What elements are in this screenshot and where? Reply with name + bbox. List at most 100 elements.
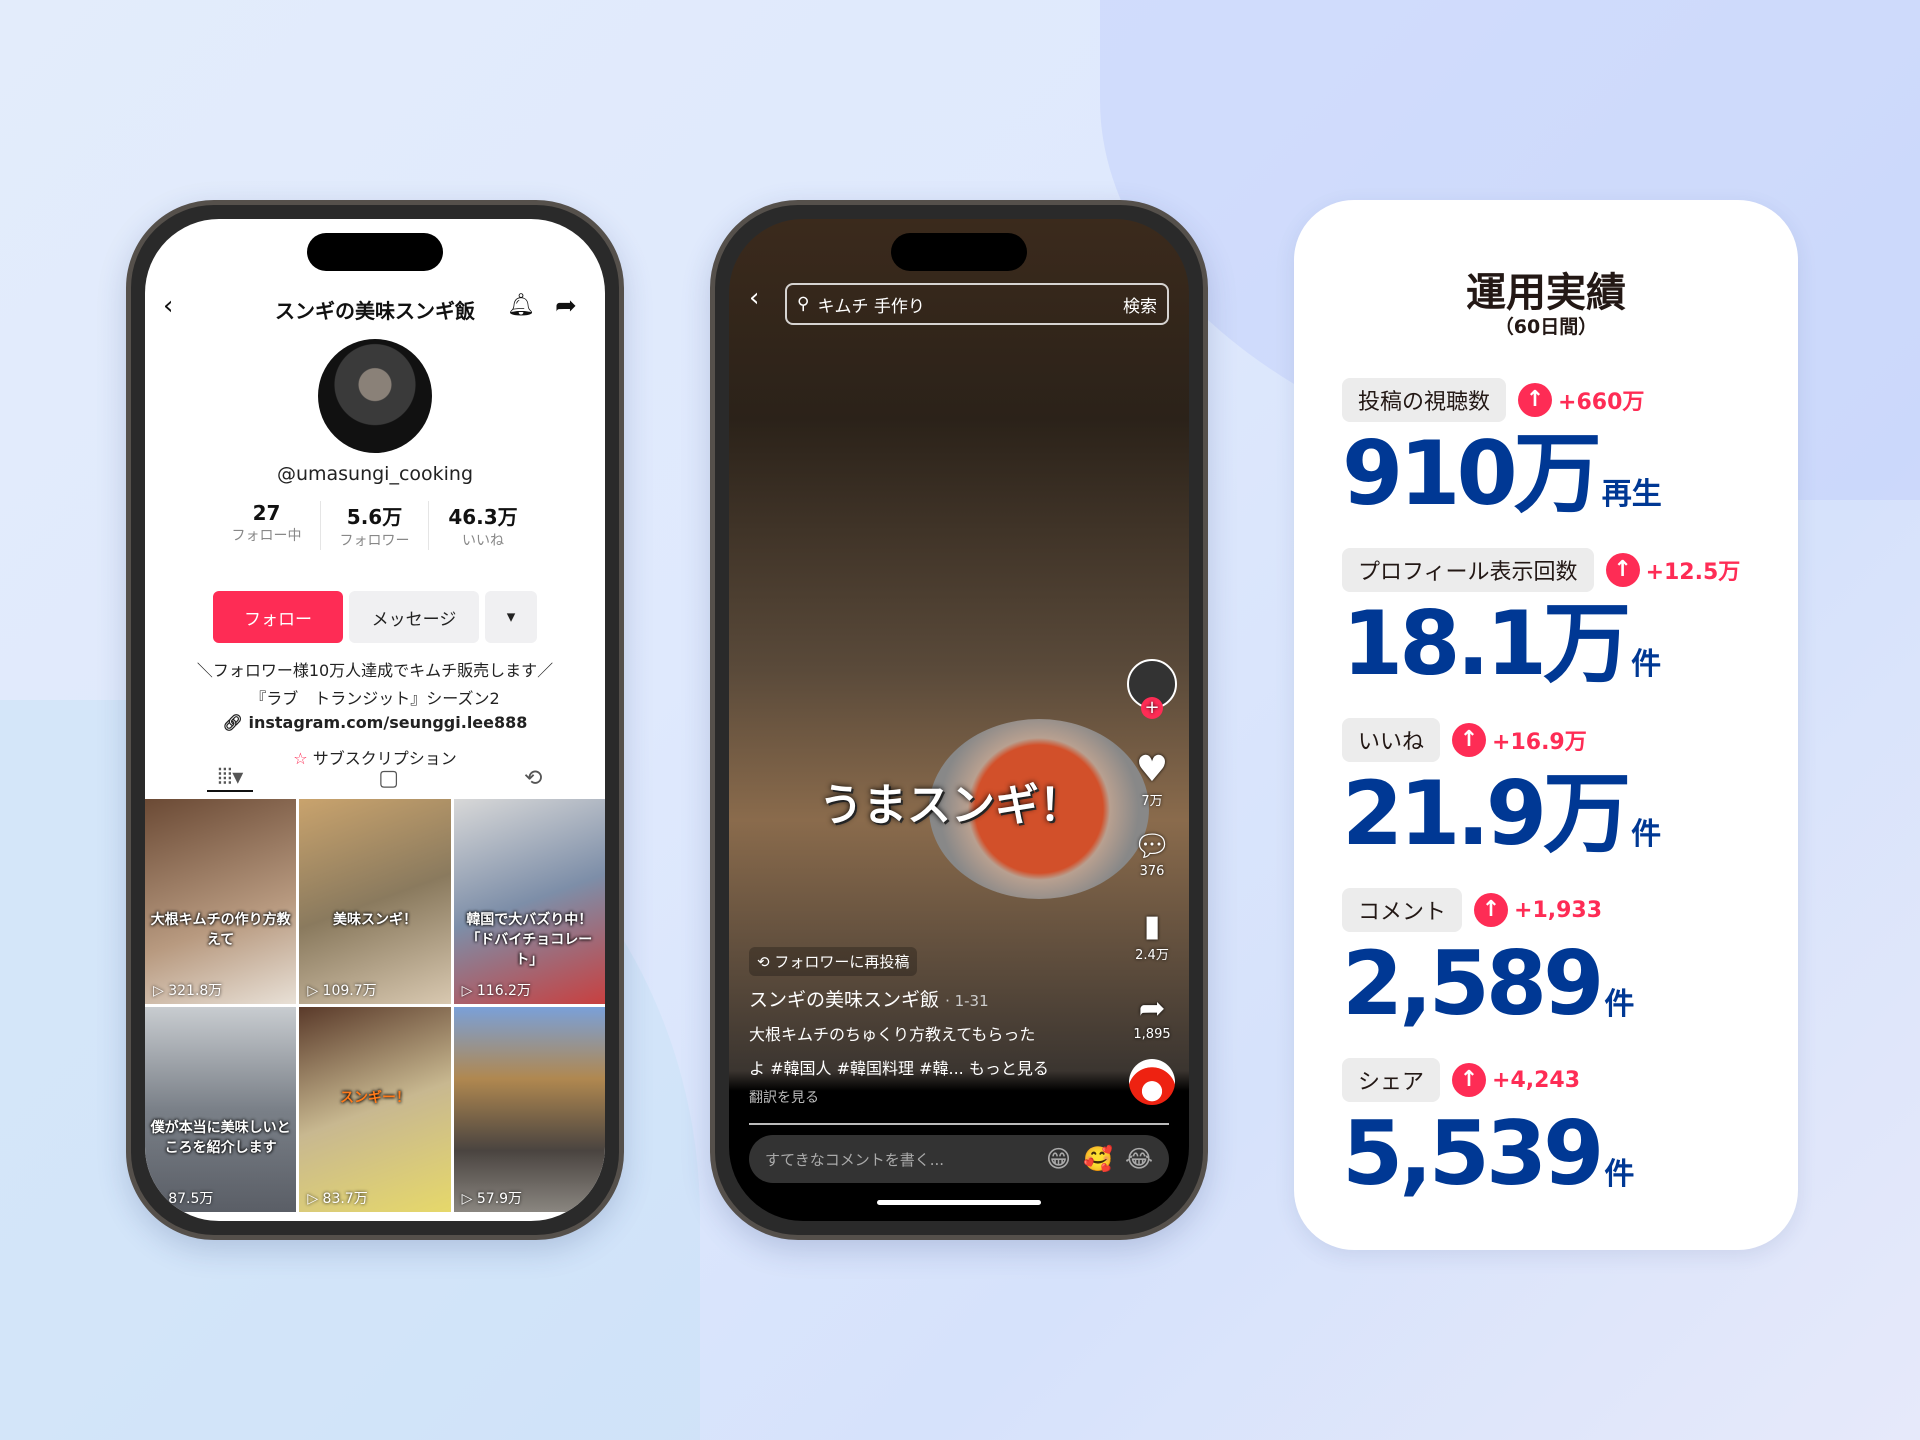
stat-value: 46.3万 [448, 505, 518, 529]
share-button[interactable]: ➦ 1,895 [1125, 989, 1179, 1042]
back-icon[interactable]: ‹ [749, 283, 759, 313]
metric-shares: シェア ↑ +4,243 5,539 件 [1342, 1058, 1778, 1198]
bio-line: 『ラブ トランジット』シーズン2 [250, 689, 500, 708]
results-period: （60日間） [1494, 316, 1598, 338]
video-phone: ‹ ⚲ キムチ 手作り 検索 うまスンギ！ + ♥ 7万 💬︎ 376 ▮ 2.4万 … [710, 200, 1208, 1240]
metric-value: 18.1万 [1342, 592, 1631, 695]
search-input[interactable]: キムチ 手作り [817, 292, 1115, 317]
metric-comments: コメント ↑ +1,933 2,589 件 [1342, 888, 1778, 1028]
metric-label: コメント [1342, 888, 1463, 932]
content-tabs: ⦙⦙⦙▾ ▢ ⟲ [145, 755, 605, 801]
metric-unit: 件 [1631, 817, 1662, 852]
video-author[interactable]: スンギの美味スンギ飯 · 1-31 [749, 985, 1109, 1012]
comment-button[interactable]: 💬︎ 376 [1125, 829, 1179, 879]
video-caption: 僕が本当に美味しいところを紹介します [150, 1120, 291, 1156]
save-count: 2.4万 [1135, 948, 1169, 963]
emoji-laugh-button[interactable]: 😂 [1125, 1145, 1153, 1173]
video-caption-overlay: うまスンギ！ [819, 780, 1083, 831]
share-icon[interactable]: ➦ [555, 291, 577, 321]
video-thumbnail[interactable]: スンギー！ ▷ 83.7万 [299, 1007, 451, 1212]
bookmark-icon: ▮ [1143, 909, 1161, 944]
post-date: · 1-31 [945, 992, 989, 1010]
stat-label: いいね [462, 533, 504, 549]
username: @umasungi_cooking [276, 463, 474, 485]
comment-count: 376 [1139, 864, 1165, 879]
stat-following[interactable]: 27 フォロー中 [213, 501, 321, 550]
bio-link[interactable]: 🔗︎ instagram.com/seunggi.lee888 [145, 713, 605, 732]
video-thumbnail[interactable]: 美味スンギ！ ▷ 109.7万 [299, 799, 451, 1004]
bio-line: ＼フォロワー様10万人達成でキムチ販売します／ [196, 661, 554, 680]
share-arrow-icon: ➦ [1138, 989, 1166, 1027]
search-button[interactable]: 検索 [1123, 292, 1157, 317]
video-thumbnail[interactable]: 韓国で大バズり中！「ドバイチョコレート」 ▷ 116.2万 [453, 799, 605, 1004]
metric-label: シェア [1342, 1058, 1441, 1102]
arrow-up-icon: ↑ [1452, 723, 1487, 757]
arrow-up-icon: ↑ [1452, 1063, 1487, 1097]
search-bar[interactable]: ⚲ キムチ 手作り 検索 [785, 283, 1169, 325]
video-thumbnail[interactable]: 大根キムチの作り方教えて ▷ 321.8万 [145, 799, 297, 1004]
video-frame[interactable] [729, 219, 1189, 1119]
search-icon: ⚲ [797, 294, 810, 314]
profile-phone: ‹ スンギの美味スンギ飯 🔔︎ ➦ @umasungi_cooking 27 フォ… [126, 200, 624, 1240]
stat-followers[interactable]: 5.6万フォロワー [321, 501, 429, 550]
metric-delta: +4,243 [1492, 1067, 1581, 1093]
metric-value: 910万 [1342, 422, 1602, 525]
metric-unit: 件 [1604, 1157, 1635, 1192]
arrow-up-icon: ↑ [1518, 383, 1553, 417]
translate-link[interactable]: 翻訳を見る [749, 1087, 1109, 1107]
metric-value: 21.9万 [1342, 762, 1631, 865]
video-thumbnail[interactable]: 僕が本当に美味しいところを紹介します ▷ 87.5万 [145, 1007, 297, 1212]
metric-unit: 件 [1604, 987, 1635, 1022]
avatar[interactable] [318, 339, 432, 453]
view-count: ▷ 116.2万 [461, 983, 531, 999]
view-count: ▷ 321.8万 [153, 983, 223, 999]
save-button[interactable]: ▮ 2.4万 [1125, 909, 1179, 963]
metric-label: プロフィール表示回数 [1342, 548, 1594, 592]
dynamic-island [307, 233, 443, 271]
stat-label: フォロワー [339, 533, 410, 549]
metric-unit: 件 [1631, 647, 1662, 682]
video-caption: 大根キムチの作り方教えて [150, 912, 291, 948]
view-count: ▷ 57.9万 [461, 1191, 523, 1207]
metric-views: 投稿の視聴数 ↑ +660万 910万 再生 [1342, 378, 1778, 518]
progress-bar[interactable] [749, 1123, 1169, 1125]
follow-plus-icon[interactable]: + [1141, 697, 1163, 719]
stat-likes[interactable]: 46.3万いいね [429, 501, 537, 550]
tab-reposts-icon[interactable]: ⟲ [524, 766, 542, 791]
comment-input[interactable]: すてきなコメントを書く... 😁 🥰 😂 [749, 1135, 1169, 1183]
profile-stats: 27 フォロー中 5.6万フォロワー 46.3万いいね [145, 501, 605, 550]
arrow-up-icon: ↑ [1474, 893, 1509, 927]
like-button[interactable]: ♥ 7万 [1125, 749, 1179, 809]
video-description-more[interactable]: よ #韓国人 #韓国料理 #韓... もっと見る [749, 1055, 1109, 1079]
metric-label: いいね [1342, 718, 1441, 762]
emoji-grin-button[interactable]: 😁 [1046, 1145, 1071, 1173]
more-dropdown-button[interactable]: ▾ [485, 591, 537, 643]
tab-videos-grid-icon[interactable]: ⦙⦙⦙▾ [207, 765, 254, 792]
message-button[interactable]: メッセージ [349, 591, 479, 643]
bell-icon[interactable]: 🔔︎ [507, 293, 535, 318]
results-card: 運用実績 （60日間） 投稿の視聴数 ↑ +660万 910万 再生 プロフィール表示… [1294, 200, 1798, 1250]
stat-value: 5.6万 [346, 505, 403, 529]
tab-favorites-icon[interactable]: ▢ [378, 766, 399, 791]
creator-avatar[interactable]: + [1125, 659, 1179, 719]
follow-button[interactable]: フォロー [213, 591, 343, 643]
metric-delta: +12.5万 [1645, 560, 1741, 585]
video-description: 大根キムチのちゅくり方教えてもらった [749, 1025, 1036, 1044]
metric-delta: +1,933 [1514, 897, 1603, 923]
link-icon: 🔗︎ [222, 713, 249, 732]
arrow-up-icon: ↑ [1605, 553, 1640, 587]
video-thumbnail[interactable]: ▷ 57.9万 [453, 1007, 605, 1212]
metric-delta: +660万 [1558, 390, 1645, 415]
music-disc-icon[interactable] [1125, 1059, 1179, 1105]
repost-icon: ⟲ [757, 953, 775, 971]
comment-placeholder: すてきなコメントを書く... [765, 1150, 945, 1169]
link-text[interactable]: instagram.com/seunggi.lee888 [248, 713, 527, 732]
emoji-love-button[interactable]: 🥰 [1083, 1145, 1113, 1173]
video-grid: 大根キムチの作り方教えて ▷ 321.8万 美味スンギ！ ▷ 109.7万 韓国で大… [145, 799, 605, 1212]
share-count: 1,895 [1133, 1027, 1171, 1042]
metric-likes: いいね ↑ +16.9万 21.9万件 [1342, 718, 1778, 858]
metric-delta: +16.9万 [1492, 730, 1587, 755]
repost-label[interactable]: ⟲ フォロワーに再投稿 [749, 947, 918, 976]
comment-icon: 💬︎ [1132, 829, 1172, 864]
video-caption: スンギー！ [339, 1090, 410, 1106]
